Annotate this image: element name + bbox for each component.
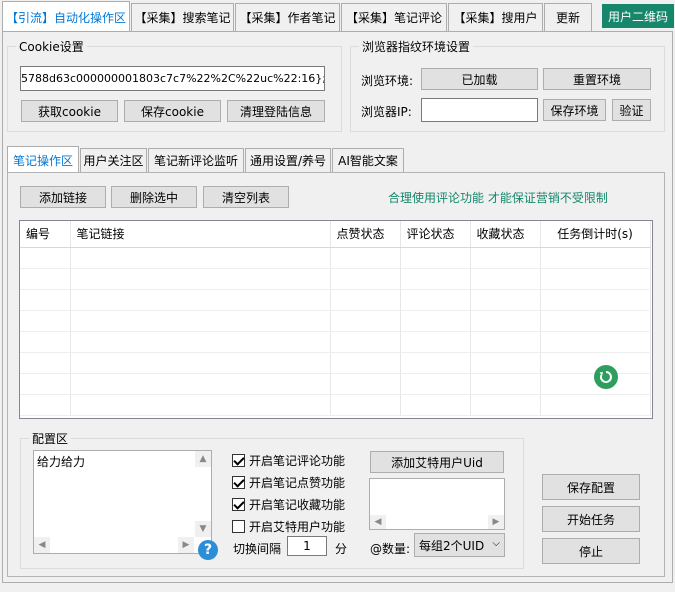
- interval-unit: 分: [335, 542, 348, 556]
- uid-scroll-left-icon[interactable]: ◀: [370, 515, 386, 529]
- add-at-uid-button[interactable]: 添加艾特用户Uid: [370, 451, 504, 473]
- save-config-button[interactable]: 保存配置: [542, 474, 640, 500]
- tab-auto-operation[interactable]: 【引流】自动化操作区: [2, 1, 130, 32]
- help-icon[interactable]: ?: [198, 540, 218, 560]
- chevron-down-icon: ⌵: [492, 538, 500, 549]
- enable-collect-label: 开启笔记收藏功能: [249, 498, 346, 512]
- clear-list-button[interactable]: 清空列表: [203, 186, 289, 208]
- tab-update[interactable]: 更新: [544, 3, 592, 31]
- save-cookie-button[interactable]: 保存cookie: [124, 100, 221, 122]
- col-note-link[interactable]: 笔记链接: [70, 221, 331, 248]
- table-row[interactable]: [20, 268, 651, 290]
- table-row[interactable]: [20, 352, 651, 374]
- enable-at-checkbox[interactable]: 开启艾特用户功能: [232, 518, 345, 535]
- scroll-up-icon[interactable]: ▲: [195, 451, 211, 467]
- table-row[interactable]: [20, 373, 651, 395]
- reset-env-button[interactable]: 重置环境: [543, 68, 651, 90]
- tab-general-settings[interactable]: 通用设置/养号: [245, 148, 331, 172]
- user-qrcode-button[interactable]: 用户二维码: [602, 4, 674, 28]
- table-row[interactable]: [20, 394, 651, 416]
- scroll-right-icon[interactable]: ▶: [178, 537, 194, 553]
- verify-button[interactable]: 验证: [612, 99, 651, 121]
- comment-textarea[interactable]: 给力给力 ▲ ▼ ◀ ▶: [33, 450, 212, 554]
- scroll-left-icon[interactable]: ◀: [34, 537, 50, 553]
- refresh-icon[interactable]: [594, 365, 618, 389]
- save-env-button[interactable]: 保存环境: [543, 99, 606, 121]
- at-count-label: @数量:: [370, 542, 411, 556]
- at-count-select[interactable]: 每组2个UID ⌵: [414, 533, 505, 557]
- checkbox-collect-box[interactable]: [232, 498, 245, 511]
- tab-user-follow[interactable]: 用户关注区: [80, 148, 147, 172]
- enable-at-label: 开启艾特用户功能: [249, 520, 346, 534]
- start-task-button[interactable]: 开始任务: [542, 506, 640, 532]
- cookie-legend: Cookie设置: [16, 38, 87, 55]
- enable-comment-label: 开启笔记评论功能: [249, 454, 346, 468]
- interval-label: 切换间隔: [233, 542, 282, 556]
- config-legend: 配置区: [29, 430, 72, 447]
- col-like-status[interactable]: 点赞状态: [330, 221, 401, 248]
- table-row[interactable]: [20, 331, 651, 353]
- get-cookie-button[interactable]: 获取cookie: [21, 100, 118, 122]
- add-link-button[interactable]: 添加链接: [20, 186, 106, 208]
- tab-search-notes[interactable]: 【采集】搜索笔记: [131, 3, 234, 31]
- enable-comment-checkbox[interactable]: 开启笔记评论功能: [232, 452, 345, 469]
- notes-table[interactable]: 编号 笔记链接 点赞状态 评论状态 收藏状态 任务倒计时(s): [19, 220, 653, 419]
- at-count-value: 每组2个UID: [419, 538, 485, 553]
- uid-scroll-right-icon[interactable]: ▶: [488, 515, 504, 529]
- interval-input[interactable]: 1: [287, 536, 327, 556]
- tab-note-comments[interactable]: 【采集】笔记评论: [341, 3, 447, 31]
- scroll-down-icon[interactable]: ▼: [195, 521, 211, 537]
- col-collect-status[interactable]: 收藏状态: [470, 221, 541, 248]
- clear-login-button[interactable]: 清理登陆信息: [227, 100, 325, 122]
- col-countdown[interactable]: 任务倒计时(s): [540, 221, 651, 248]
- tab-search-users[interactable]: 【采集】搜用户: [448, 3, 543, 31]
- tab-note-operation[interactable]: 笔记操作区: [7, 146, 79, 173]
- enable-like-checkbox[interactable]: 开启笔记点赞功能: [232, 474, 345, 491]
- ip-label: 浏览器IP:: [361, 105, 412, 119]
- col-id[interactable]: 编号: [20, 221, 71, 248]
- browser-legend: 浏览器指纹环境设置: [359, 38, 474, 55]
- enable-like-label: 开启笔记点赞功能: [249, 476, 346, 490]
- table-header-row: 编号 笔记链接 点赞状态 评论状态 收藏状态 任务倒计时(s): [20, 221, 651, 248]
- table-row[interactable]: [20, 310, 651, 332]
- table-row[interactable]: [20, 289, 651, 311]
- tab-ai-copy[interactable]: AI智能文案: [332, 148, 404, 172]
- at-uid-list[interactable]: ◀ ▶: [369, 478, 505, 530]
- col-comment-status[interactable]: 评论状态: [400, 221, 471, 248]
- enable-collect-checkbox[interactable]: 开启笔记收藏功能: [232, 496, 345, 513]
- checkbox-comment-box[interactable]: [232, 454, 245, 467]
- checkbox-at-box[interactable]: [232, 520, 245, 533]
- browser-ip-input[interactable]: [421, 98, 538, 122]
- table-row[interactable]: [20, 247, 651, 269]
- stop-button[interactable]: 停止: [542, 538, 640, 564]
- usage-notice: 合理使用评论功能 才能保证营销不受限制: [388, 191, 608, 205]
- tab-comment-monitor[interactable]: 笔记新评论监听: [148, 148, 244, 172]
- checkbox-like-box[interactable]: [232, 476, 245, 489]
- env-status-button[interactable]: 已加载: [421, 68, 538, 90]
- comment-text: 给力给力: [37, 455, 86, 469]
- delete-selected-button[interactable]: 删除选中: [111, 186, 197, 208]
- cookie-input[interactable]: 5788d63c000000001803c7c7%22%2C%22uc%22:1…: [20, 66, 325, 91]
- tab-author-notes[interactable]: 【采集】作者笔记: [235, 3, 340, 31]
- env-label: 浏览环境:: [361, 74, 414, 88]
